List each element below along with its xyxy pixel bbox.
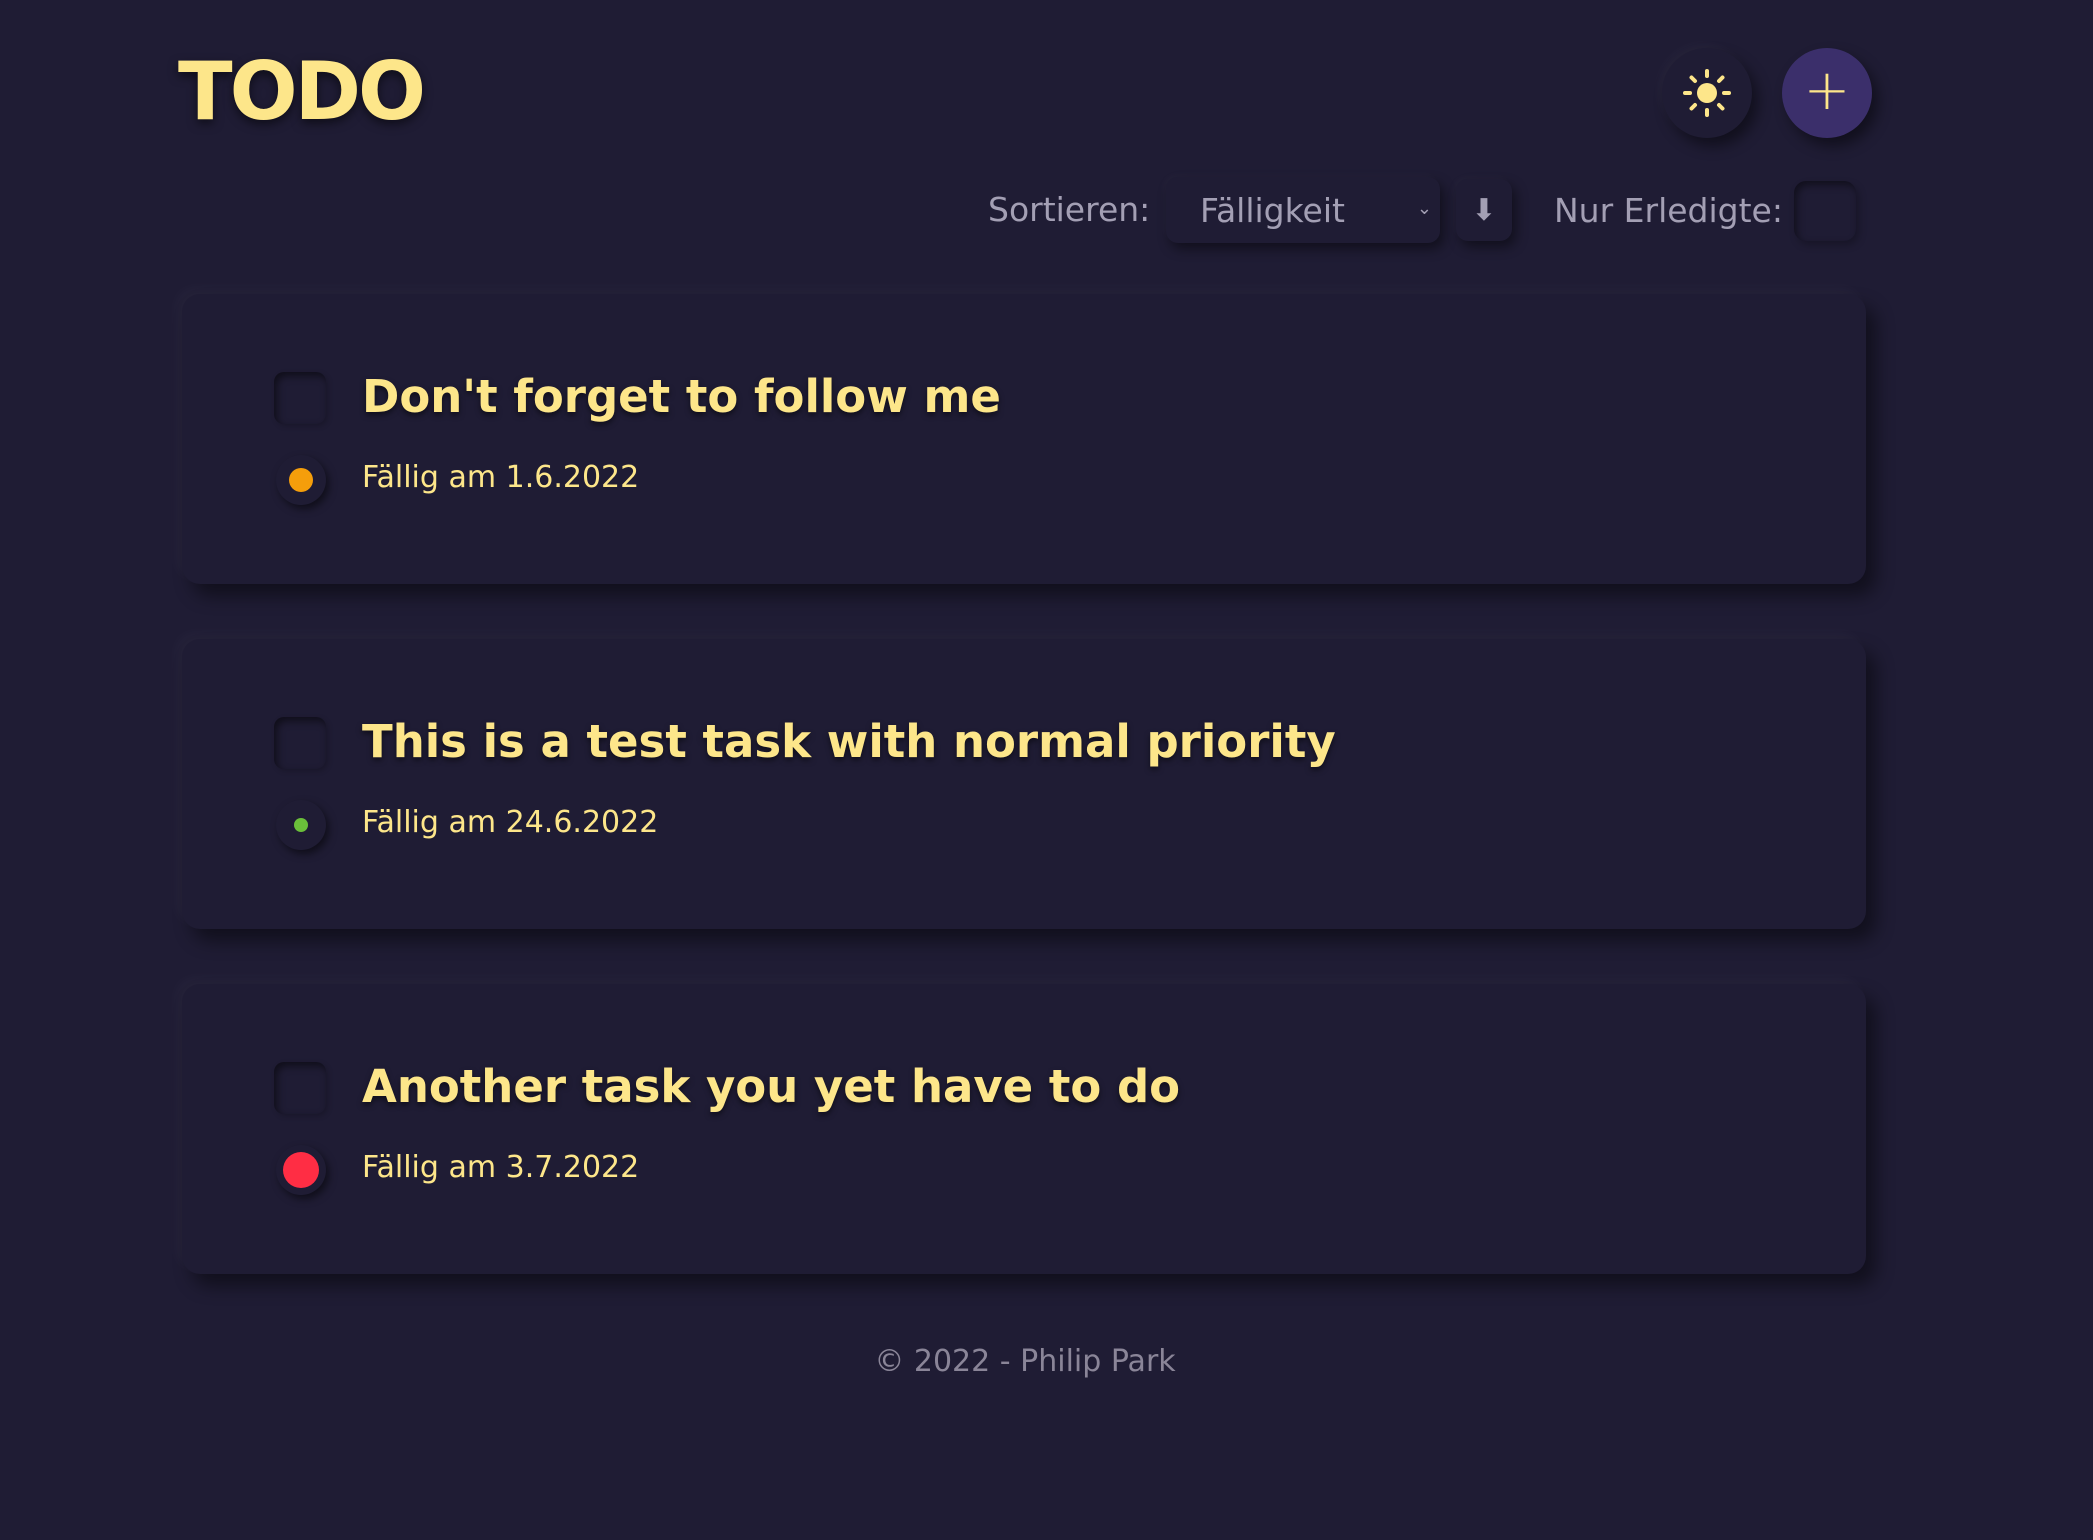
priority-indicator bbox=[276, 1145, 326, 1195]
task-checkbox[interactable] bbox=[274, 372, 326, 424]
sort-select[interactable]: Fälligkeit ⌄ bbox=[1166, 177, 1440, 243]
priority-indicator bbox=[276, 800, 326, 850]
sort-label: Sortieren: bbox=[988, 190, 1151, 229]
app-root: TODO + Sortieren: Fälligkeit ⌄ ⬇ Nur Erl… bbox=[0, 0, 2093, 1540]
done-only-label: Nur Erledigte: bbox=[1554, 191, 1783, 230]
priority-dot bbox=[289, 468, 313, 492]
task-title: Don't forget to follow me bbox=[362, 370, 1001, 423]
task-due-date: Fällig am 24.6.2022 bbox=[362, 805, 659, 840]
task-title: Another task you yet have to do bbox=[362, 1060, 1181, 1113]
sun-icon bbox=[1683, 69, 1731, 117]
task-checkbox[interactable] bbox=[274, 1062, 326, 1114]
priority-dot bbox=[294, 818, 308, 832]
task-title: This is a test task with normal priority bbox=[362, 715, 1336, 768]
app-logo: TODO bbox=[178, 45, 426, 138]
priority-indicator bbox=[276, 455, 326, 505]
task-due-date: Fällig am 3.7.2022 bbox=[362, 1150, 640, 1185]
task-card: Another task you yet have to do Fällig a… bbox=[182, 984, 1866, 1274]
task-list: Don't forget to follow me Fällig am 1.6.… bbox=[182, 294, 1866, 1329]
chevron-down-icon: ⌄ bbox=[1416, 198, 1432, 219]
task-card: This is a test task with normal priority… bbox=[182, 639, 1866, 929]
plus-icon: + bbox=[1803, 58, 1851, 123]
theme-toggle-button[interactable] bbox=[1662, 48, 1752, 138]
task-due-date: Fällig am 1.6.2022 bbox=[362, 460, 640, 495]
footer-copyright: © 2022 - Philip Park bbox=[874, 1344, 1176, 1379]
sort-direction-button[interactable]: ⬇ bbox=[1456, 179, 1512, 241]
task-checkbox[interactable] bbox=[274, 717, 326, 769]
add-task-button[interactable]: + bbox=[1782, 48, 1872, 138]
done-only-checkbox[interactable] bbox=[1794, 181, 1856, 241]
arrow-down-icon: ⬇ bbox=[1471, 192, 1497, 228]
task-card: Don't forget to follow me Fällig am 1.6.… bbox=[182, 294, 1866, 584]
sort-selected-value: Fälligkeit bbox=[1200, 190, 1345, 230]
priority-dot bbox=[283, 1152, 319, 1188]
